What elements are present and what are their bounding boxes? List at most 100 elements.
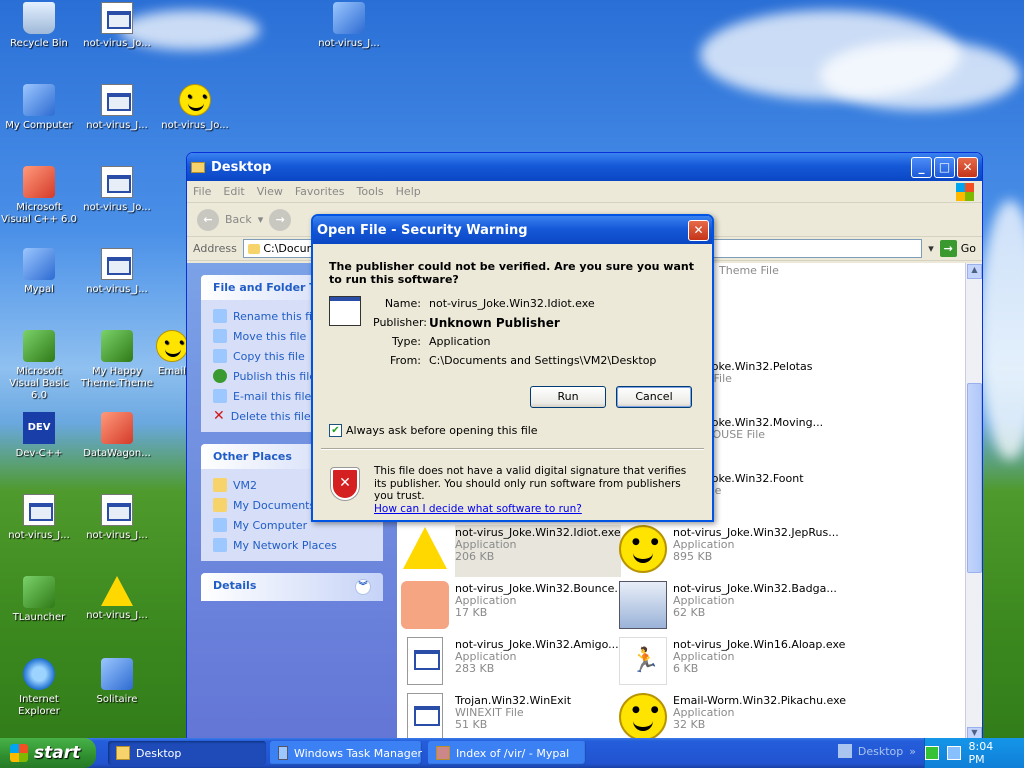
go-arrow-icon: → [939,240,957,257]
menu-edit[interactable]: Edit [223,185,244,198]
taskbar-button-desktop[interactable]: Desktop [108,741,266,765]
file-item[interactable]: not-virus_Joke.Win32.JepRus...Applicatio… [619,525,839,577]
wallpaper-cloud [820,40,1020,110]
file-item[interactable]: not-virus_Joke.Win32.Bounce.... Applicati… [401,581,628,633]
place-my-network-places[interactable]: My Network Places [213,535,371,555]
help-link[interactable]: How can I decide what software to run? [374,503,582,515]
desktop-icon-internet-explorer[interactable]: Internet Explorer [0,658,78,718]
expand-chevron-icon[interactable]: » [909,745,916,758]
desktop-icon-mypal[interactable]: Mypal [0,248,78,296]
always-ask-checkbox[interactable]: ✔ [329,424,342,437]
mypal-icon [23,248,55,280]
desktop-icon-dev-cpp[interactable]: DEV Dev-C++ [0,412,78,460]
internet-explorer-icon [23,658,55,690]
warning-message: This file does not have a valid digital … [374,465,687,515]
from-label: From: [390,354,421,367]
email-icon [213,389,227,403]
menu-file[interactable]: File [193,185,211,198]
file-item[interactable]: not-virus_Joke.Win32.Idiot.exe Applicatio… [401,525,621,577]
solitaire-icon [101,658,133,690]
back-arrow-icon[interactable]: ← [197,208,219,231]
windows-logo-icon [10,744,28,762]
list-item-partial: Theme File [719,264,779,277]
file-item[interactable]: not-virus_Joke.Win32.Amigo.... Applicatio… [401,637,622,689]
file-item[interactable]: Email-Worm.Win32.Pikachu.exeApplication3… [619,693,846,743]
folder-icon [213,478,227,492]
desktop-icon-file[interactable]: not-virus_J... [78,248,156,296]
explorer-titlebar[interactable]: Desktop _ □ ✕ [187,153,982,181]
network-icon[interactable] [946,746,961,760]
folder-icon [247,244,260,254]
file-item[interactable]: not-virus_Joke.Win16.Aloap.exeApplicatio… [619,637,845,689]
application-icon [333,2,365,34]
go-button[interactable]: → Go [939,240,982,257]
file-item[interactable]: Trojan.Win32.WinExit WINEXIT File 51 KB [401,693,616,743]
close-button[interactable]: ✕ [957,156,978,178]
taskbar-button-task-manager[interactable]: Windows Task Manager [270,741,422,765]
dialog-close-button[interactable]: ✕ [688,219,709,241]
maximize-button[interactable]: □ [934,156,955,178]
desktop-icon-file[interactable]: not-virus_Jo... [156,84,234,132]
desktop-icon-solitaire[interactable]: Solitaire [78,658,156,706]
desktop-icon-tlauncher[interactable]: TLauncher [0,576,78,624]
desktop-icon-file[interactable]: not-virus_J... [78,84,156,132]
desktop-toolbar[interactable]: Desktop » [837,744,916,758]
smiley-icon [179,84,211,116]
desktop-icon-visual-basic[interactable]: Microsoft Visual Basic 6.0 [0,330,78,402]
desktop-icon-recycle-bin[interactable]: Recycle Bin [0,2,78,50]
divider [321,448,704,450]
menu-favorites[interactable]: Favorites [295,185,345,198]
tray-app-icon[interactable] [925,746,939,760]
always-ask-checkbox-row[interactable]: ✔ Always ask before opening this file [329,424,538,437]
details-panel: Details ︾ [201,573,383,601]
application-window-icon [329,296,361,326]
desktop-icon-datawagon[interactable]: DataWagon... [78,412,156,460]
name-label: Name: [384,297,421,310]
name-value: not-virus_Joke.Win32.Idiot.exe [429,297,595,310]
desktop-icon-file[interactable]: not-virus_Jo... [78,2,156,50]
scroll-thumb[interactable] [967,383,982,573]
list-item-partial[interactable]: _Joke.Win32.Pelotas 5 File [703,361,812,385]
clock[interactable]: 8:04 PM [969,740,1012,766]
menu-view[interactable]: View [257,185,283,198]
task-manager-icon [278,746,288,760]
vertical-scrollbar[interactable]: ▲ ▼ [965,263,982,743]
desktop-icon-file[interactable]: not-virus_J... [78,494,156,542]
theme-icon [101,330,133,362]
minimize-button[interactable]: _ [911,156,932,178]
desktop-icon-file[interactable]: not-virus_J... [78,576,156,622]
chevron-down-icon[interactable]: ︾ [355,579,371,595]
file-item[interactable]: not-virus_Joke.Win32.Badga... Application… [619,581,837,633]
desktop-icon-file[interactable]: not-virus_J... [310,2,388,50]
scroll-up-icon[interactable]: ▲ [967,264,982,279]
datawagon-icon [101,412,133,444]
windows-logo-icon [956,183,974,201]
menu-tools[interactable]: Tools [357,185,384,198]
run-button[interactable]: Run [530,386,606,408]
address-dropdown-icon[interactable]: ▾ [928,242,934,255]
list-item-partial[interactable]: _Joke.Win32.Moving... MOUSE File [703,417,823,441]
menu-help[interactable]: Help [396,185,421,198]
dropdown-arrow-icon[interactable]: ▾ [258,213,264,226]
forward-arrow-icon[interactable]: → [269,208,292,231]
desktop-icon-file[interactable]: not-virus_Jo... [78,166,156,214]
system-tray: 8:04 PM [924,738,1024,768]
document-icon [101,2,133,34]
desktop-icon-email[interactable]: Email [156,330,188,378]
cancel-button[interactable]: Cancel [616,386,692,408]
desktop-icon-visual-cpp[interactable]: Microsoft Visual C++ 6.0 [0,166,78,226]
desktop-icon-theme[interactable]: My Happy Theme.Theme [78,330,156,390]
document-icon [101,494,133,526]
taskbar-button-mypal[interactable]: Index of /vir/ - Mypal [428,741,586,765]
start-button[interactable]: start [0,738,96,768]
visual-cpp-icon [23,166,55,198]
publish-icon [213,369,227,383]
list-item-partial[interactable]: _Joke.Win32.FoontFile [703,473,804,497]
back-button[interactable]: Back [225,213,252,226]
desktop-icon-file[interactable]: not-virus_J... [0,494,78,542]
mypal-icon [436,746,450,760]
document-icon [407,693,443,741]
desktop-icon-my-computer[interactable]: My Computer [0,84,78,132]
details-header[interactable]: Details ︾ [201,573,383,601]
dialog-titlebar[interactable]: Open File - Security Warning ✕ [313,216,712,244]
